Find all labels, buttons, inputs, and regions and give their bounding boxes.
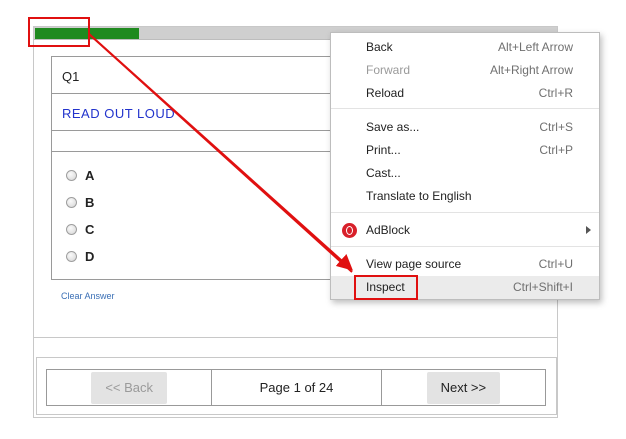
annotation-arrows: [88, 33, 353, 273]
annotation-arrow: [88, 33, 353, 273]
